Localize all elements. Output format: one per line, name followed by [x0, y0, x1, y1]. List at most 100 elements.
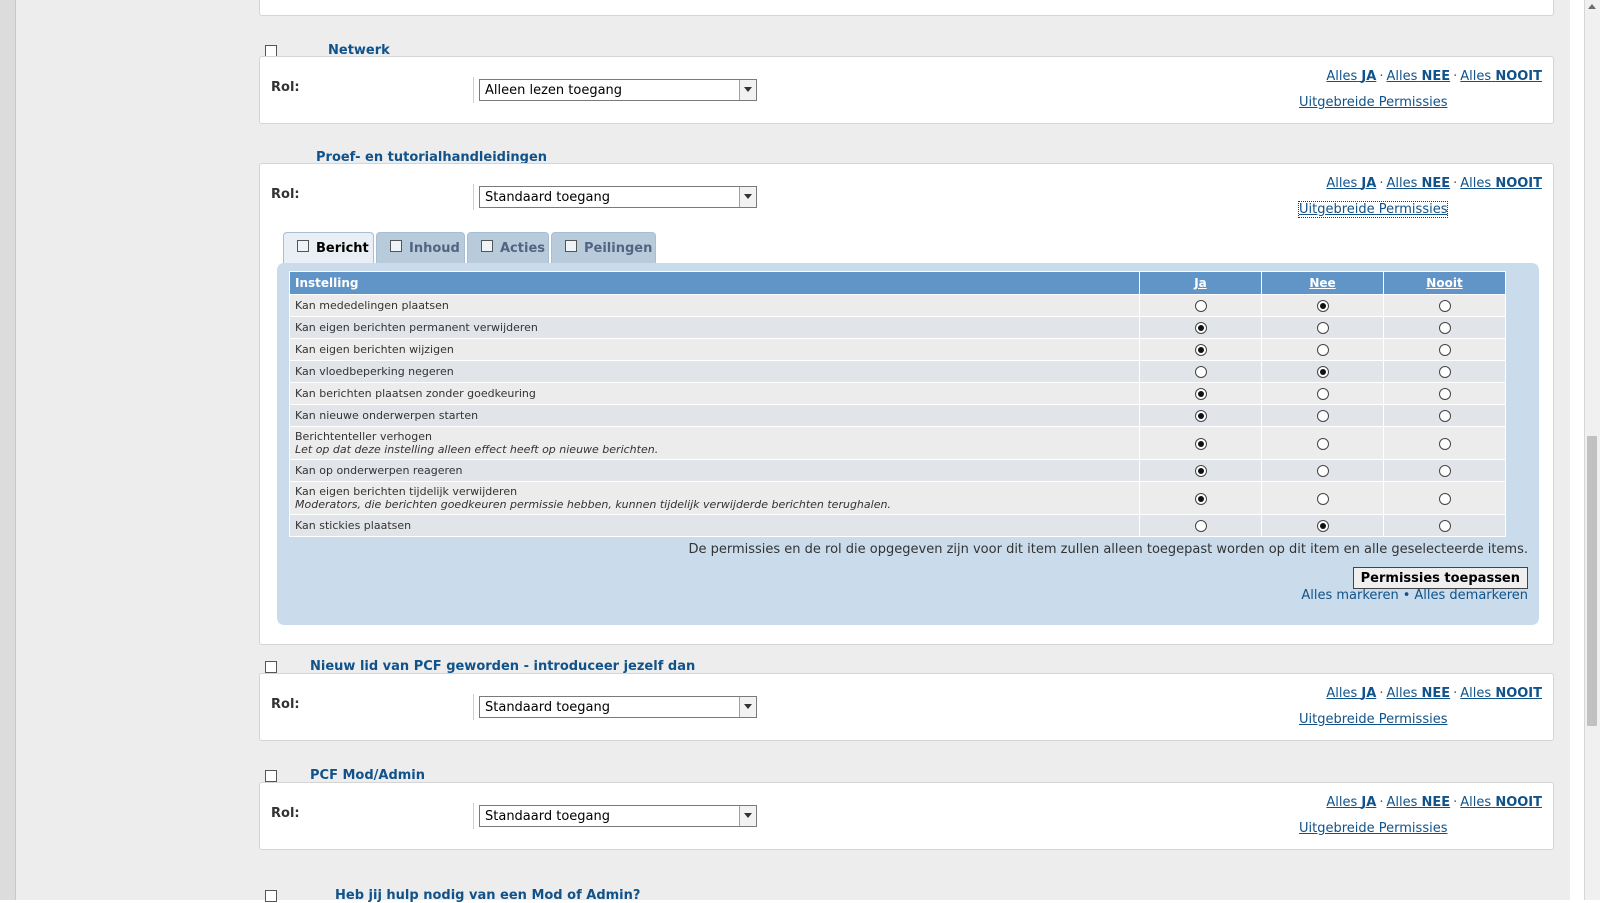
- col-header-nee[interactable]: Nee: [1261, 271, 1384, 295]
- setting-cell: Kan eigen berichten wijzigen: [289, 338, 1140, 361]
- setting-label: Kan mededelingen plaatsen: [295, 299, 449, 312]
- tab-peilingen[interactable]: Peilingen: [551, 232, 656, 263]
- setting-cell: Kan berichten plaatsen zonder goedkeurin…: [289, 382, 1140, 405]
- col-header-ja[interactable]: Ja: [1139, 271, 1262, 295]
- advanced-permissions-link[interactable]: Uitgebreide Permissies: [1299, 712, 1447, 727]
- set-all-no-link[interactable]: Alles NEE: [1386, 686, 1450, 701]
- forum-checkbox-hulp[interactable]: [265, 890, 277, 902]
- radio-ja[interactable]: [1194, 300, 1207, 312]
- radio-nee[interactable]: [1316, 300, 1329, 312]
- radio-nee[interactable]: [1316, 465, 1329, 477]
- set-all-yes-link[interactable]: Alles JA: [1326, 69, 1376, 84]
- radio-ja[interactable]: [1194, 437, 1207, 450]
- scroll-up-arrow-icon[interactable]: [1588, 4, 1596, 9]
- radio-ja[interactable]: [1194, 322, 1207, 334]
- setting-label: Kan nieuwe onderwerpen starten: [295, 409, 479, 422]
- role-select-value: Alleen lezen toegang: [485, 83, 623, 98]
- quick-set-links: Alles JA · Alles NEE · Alles NOOIT: [1326, 686, 1542, 701]
- radio-ja[interactable]: [1194, 410, 1207, 422]
- setting-cell: Kan mededelingen plaatsen: [289, 294, 1140, 317]
- forum-checkbox-nieuw-lid[interactable]: [265, 661, 277, 673]
- apply-permissions-button[interactable]: Permissies toepassen: [1352, 567, 1528, 589]
- radio-nee[interactable]: [1316, 492, 1329, 505]
- rol-label: Rol:: [271, 187, 300, 202]
- set-all-yes-link[interactable]: Alles JA: [1326, 686, 1376, 701]
- radio-nee[interactable]: [1316, 344, 1329, 356]
- setting-cell: Kan op onderwerpen reageren: [289, 459, 1140, 482]
- radio-nooit[interactable]: [1438, 492, 1451, 505]
- col-header-nooit[interactable]: Nooit: [1383, 271, 1506, 295]
- forum-panel-netwerk: Rol: Alleen lezen toegang Alles JA · Alles…: [259, 56, 1554, 124]
- radio-cell-nee: [1261, 316, 1384, 339]
- radio-cell-nee: [1261, 459, 1384, 482]
- radio-cell-nooit: [1383, 382, 1506, 405]
- radio-ja[interactable]: [1194, 344, 1207, 356]
- radio-ja[interactable]: [1194, 492, 1207, 505]
- radio-cell-ja: [1139, 338, 1262, 361]
- radio-nooit[interactable]: [1438, 300, 1451, 312]
- radio-cell-nee: [1261, 481, 1384, 515]
- mark-all-link[interactable]: Alles markeren: [1301, 588, 1398, 603]
- radio-ja[interactable]: [1194, 465, 1207, 477]
- radio-ja[interactable]: [1194, 520, 1207, 532]
- radio-nooit[interactable]: [1438, 366, 1451, 378]
- separator: ·: [1379, 686, 1384, 701]
- tab-acties[interactable]: Acties: [467, 232, 549, 263]
- radio-nooit[interactable]: [1438, 322, 1451, 334]
- tab-checkbox[interactable]: [390, 240, 402, 252]
- radio-nooit[interactable]: [1438, 388, 1451, 400]
- set-all-yes-link[interactable]: Alles JA: [1326, 176, 1376, 191]
- radio-nee[interactable]: [1316, 437, 1329, 450]
- radio-cell-nooit: [1383, 481, 1506, 515]
- radio-cell-nooit: [1383, 316, 1506, 339]
- tab-inhoud[interactable]: Inhoud: [376, 232, 465, 263]
- tab-checkbox[interactable]: [565, 240, 577, 252]
- radio-ja[interactable]: [1194, 388, 1207, 400]
- radio-nee[interactable]: [1316, 322, 1329, 334]
- radio-nooit[interactable]: [1438, 344, 1451, 356]
- radio-nooit[interactable]: [1438, 410, 1451, 422]
- set-all-no-link[interactable]: Alles NEE: [1386, 69, 1450, 84]
- divider: [473, 803, 474, 829]
- set-all-never-link[interactable]: Alles NOOIT: [1460, 176, 1542, 191]
- radio-cell-nooit: [1383, 426, 1506, 460]
- radio-cell-ja: [1139, 404, 1262, 427]
- setting-label: Kan stickies plaatsen: [295, 519, 412, 532]
- role-select-pcf-mod[interactable]: Standaard toegang: [479, 805, 757, 827]
- set-all-no-link[interactable]: Alles NEE: [1386, 795, 1450, 810]
- mark-links: Alles markeren • Alles demarkeren: [1301, 588, 1528, 603]
- tab-checkbox[interactable]: [481, 240, 493, 252]
- scrollbar-thumb[interactable]: [1587, 436, 1597, 726]
- tab-checkbox[interactable]: [297, 240, 309, 252]
- radio-nee[interactable]: [1316, 366, 1329, 378]
- forum-checkbox-pcf-mod[interactable]: [265, 770, 277, 782]
- set-all-yes-link[interactable]: Alles JA: [1326, 795, 1376, 810]
- tab-bericht[interactable]: Bericht: [283, 232, 374, 264]
- chevron-down-icon[interactable]: [739, 80, 756, 100]
- set-all-never-link[interactable]: Alles NOOIT: [1460, 686, 1542, 701]
- radio-nee[interactable]: [1316, 410, 1329, 422]
- role-select-value: Standaard toegang: [485, 809, 610, 824]
- role-select-nieuw-lid[interactable]: Standaard toegang: [479, 696, 757, 718]
- chevron-down-icon[interactable]: [739, 187, 756, 207]
- advanced-permissions-link[interactable]: Uitgebreide Permissies: [1299, 95, 1447, 110]
- advanced-permissions-link[interactable]: Uitgebreide Permissies: [1299, 821, 1447, 836]
- radio-cell-ja: [1139, 459, 1262, 482]
- set-all-never-link[interactable]: Alles NOOIT: [1460, 795, 1542, 810]
- role-select-netwerk[interactable]: Alleen lezen toegang: [479, 79, 757, 101]
- radio-nooit[interactable]: [1438, 465, 1451, 477]
- advanced-permissions-link[interactable]: Uitgebreide Permissies: [1297, 201, 1449, 218]
- chevron-down-icon[interactable]: [739, 806, 756, 826]
- set-all-no-link[interactable]: Alles NEE: [1386, 176, 1450, 191]
- radio-cell-nooit: [1383, 338, 1506, 361]
- set-all-never-link[interactable]: Alles NOOIT: [1460, 69, 1542, 84]
- role-select-proef[interactable]: Standaard toegang: [479, 186, 757, 208]
- radio-nooit[interactable]: [1438, 520, 1451, 532]
- chevron-down-icon[interactable]: [739, 697, 756, 717]
- radio-nee[interactable]: [1316, 388, 1329, 400]
- unmark-all-link[interactable]: Alles demarkeren: [1414, 588, 1528, 603]
- radio-nee[interactable]: [1316, 520, 1329, 532]
- radio-ja[interactable]: [1194, 366, 1207, 378]
- table-row: Berichtenteller verhogen Let op dat deze …: [289, 426, 1506, 460]
- radio-nooit[interactable]: [1438, 437, 1451, 450]
